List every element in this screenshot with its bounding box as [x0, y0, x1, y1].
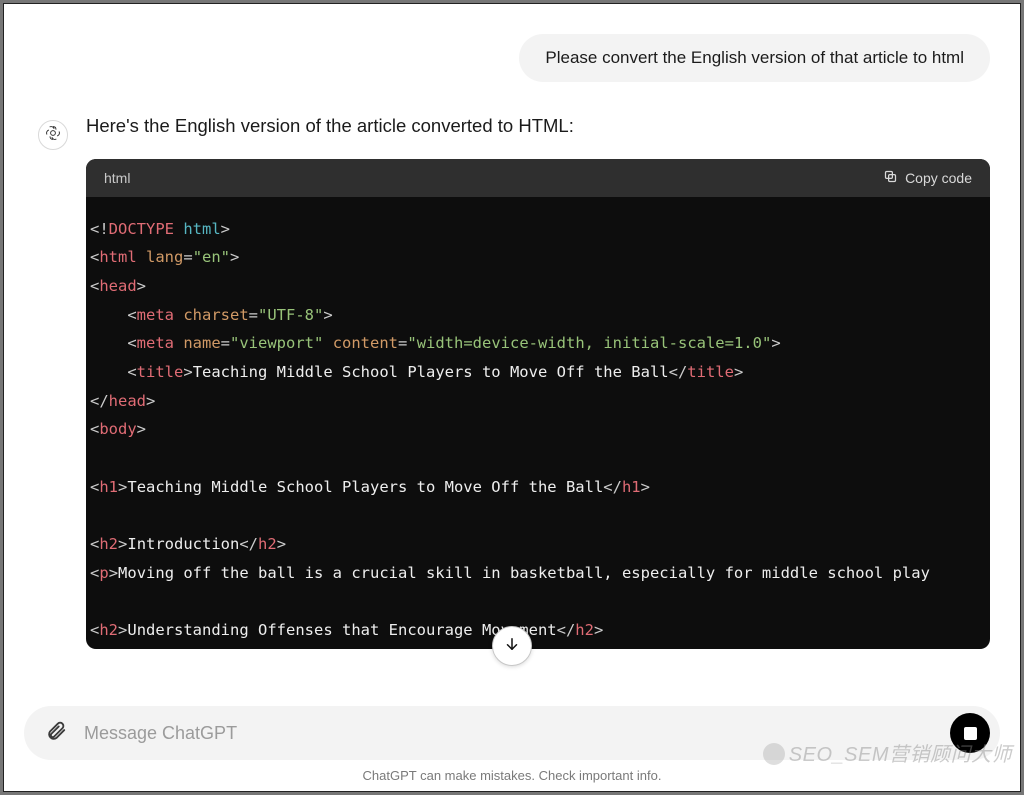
- arrow-down-icon: [503, 635, 521, 658]
- attach-button[interactable]: [42, 719, 70, 747]
- code-language-label: html: [104, 170, 130, 186]
- user-message-bubble: Please convert the English version of th…: [519, 34, 990, 82]
- disclaimer-text: ChatGPT can make mistakes. Check importa…: [24, 760, 1000, 785]
- composer-area: ChatGPT can make mistakes. Check importa…: [4, 696, 1020, 791]
- copy-code-label: Copy code: [905, 170, 972, 186]
- stop-generating-button[interactable]: [950, 713, 990, 753]
- assistant-message-row: Here's the English version of the articl…: [4, 112, 1020, 649]
- copy-icon: [883, 169, 898, 187]
- openai-logo-icon: [44, 124, 62, 147]
- conversation-scroll[interactable]: Please convert the English version of th…: [4, 4, 1020, 791]
- copy-code-button[interactable]: Copy code: [883, 169, 972, 187]
- composer: [24, 706, 1000, 760]
- user-message-row: Please convert the English version of th…: [4, 34, 1020, 112]
- assistant-avatar: [38, 120, 68, 150]
- scroll-to-bottom-button[interactable]: [492, 626, 532, 666]
- paperclip-icon: [45, 720, 67, 747]
- user-message-text: Please convert the English version of th…: [545, 48, 964, 67]
- assistant-intro-text: Here's the English version of the articl…: [86, 112, 990, 141]
- assistant-message-content: Here's the English version of the articl…: [86, 112, 1020, 649]
- code-block: html Copy code <!DOCTYPE html> <html: [86, 159, 990, 649]
- message-input[interactable]: [84, 723, 936, 744]
- code-content[interactable]: <!DOCTYPE html> <html lang="en"> <head> …: [86, 197, 990, 649]
- chat-window: Please convert the English version of th…: [3, 3, 1021, 792]
- code-block-header: html Copy code: [86, 159, 990, 197]
- stop-icon: [964, 727, 977, 740]
